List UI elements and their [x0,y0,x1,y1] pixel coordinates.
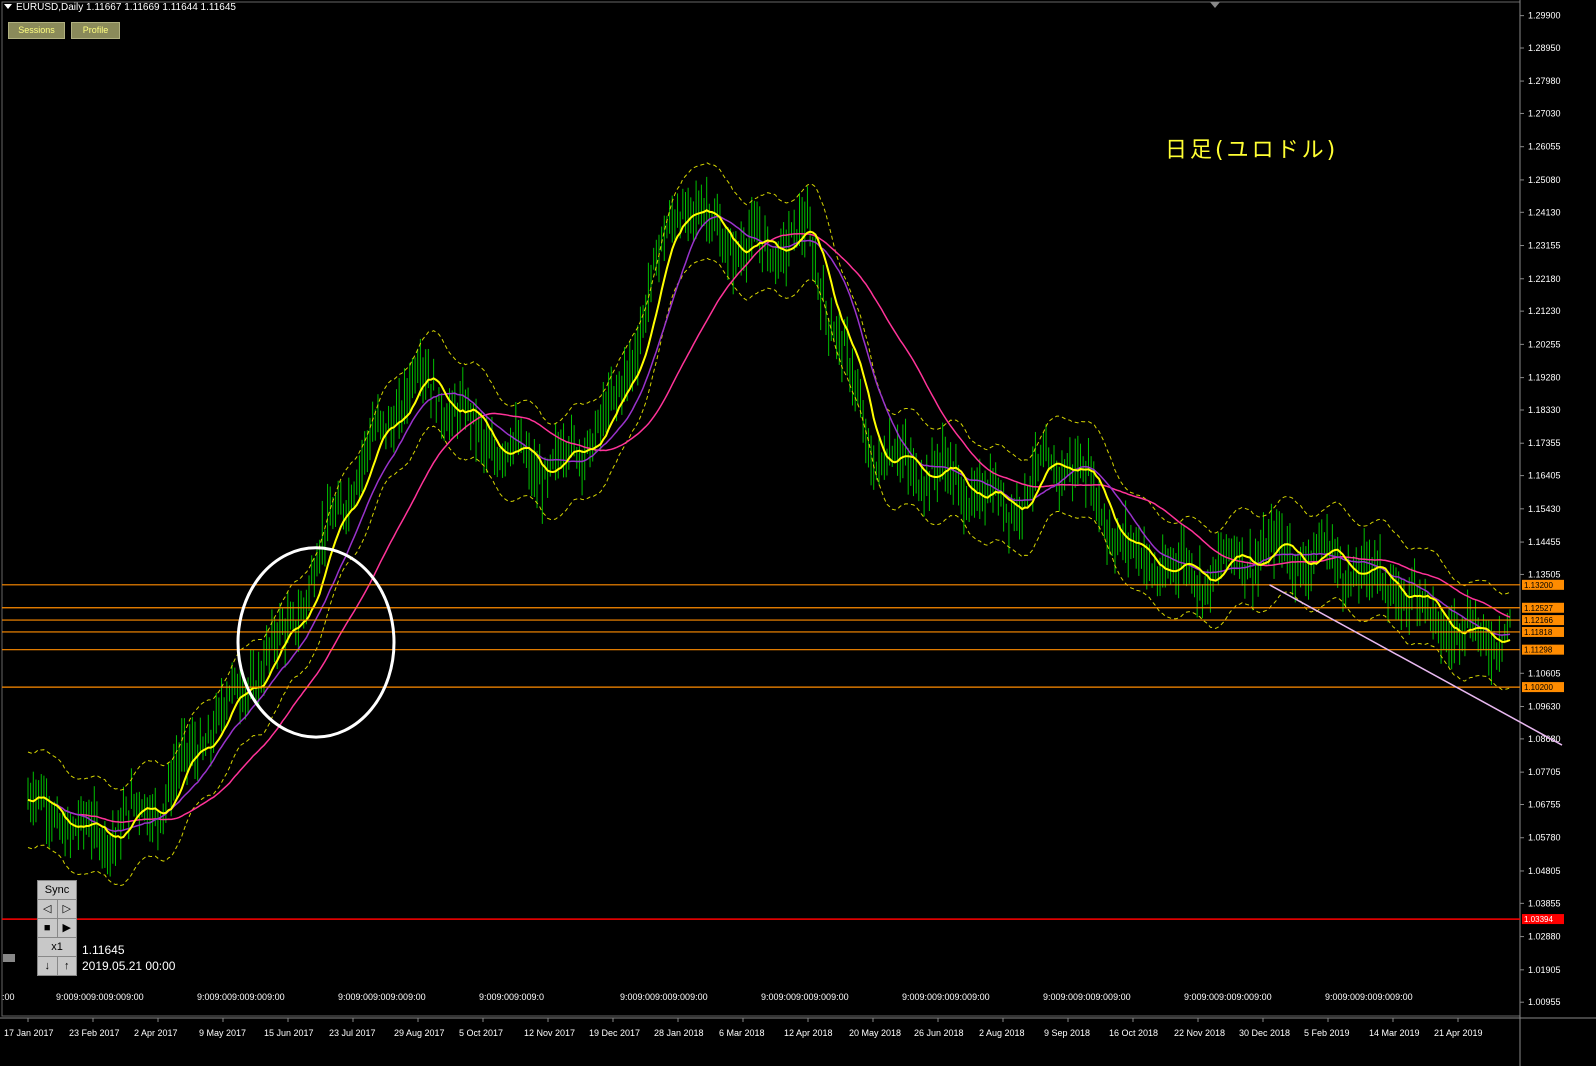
level-label: 1.10200 [1524,683,1553,692]
y-tick-label: 1.04805 [1528,866,1561,876]
sessions-button[interactable]: Sessions [8,22,65,39]
y-tick-label: 1.29900 [1528,11,1561,21]
x-tick-label: 9 Sep 2018 [1044,1028,1090,1038]
x-tick-label: 15 Jun 2017 [264,1028,314,1038]
x-tick-label: 2 Aug 2018 [979,1028,1025,1038]
y-tick-label: 1.14455 [1528,537,1561,547]
trendline[interactable] [1269,584,1563,746]
y-tick-label: 1.05780 [1528,833,1561,843]
session-label: 9:009:009:009:009:00 [620,992,708,1002]
chart-window[interactable]: 1.29900 1.28950 1.27980 1.27030 1.26055 1.250… [0,0,1596,1066]
x-tick-label: 17 Jan 2017 [4,1028,54,1038]
level-label: 1.12527 [1524,604,1553,613]
x-tick-label: 14 Mar 2019 [1369,1028,1420,1038]
y-tick-label: 1.03855 [1528,898,1561,908]
session-label: 9:009:009:009:009:00 [1184,992,1272,1002]
symbol-info-text: EURUSD,Daily 1.11667 1.11669 1.11644 1.1… [16,2,236,13]
y-tick-label: 1.20255 [1528,339,1561,349]
session-label: 9:009:009:009:009:00 [902,992,990,1002]
replay-readout: 1.11645 2019.05.21 00:00 [82,942,175,974]
x-tick-label: 5 Feb 2019 [1304,1028,1350,1038]
x-tick-label: 21 Apr 2019 [1434,1028,1483,1038]
y-tick-label: 1.18330 [1528,405,1561,415]
x-tick-label: 9 May 2017 [199,1028,246,1038]
red-level-label: 1.03394 [1524,915,1553,924]
x-tick-label: 22 Nov 2018 [1174,1028,1225,1038]
x-tick-label: 6 Mar 2018 [719,1028,765,1038]
x-tick-label: 20 May 2018 [849,1028,901,1038]
x-tick-label: 23 Feb 2017 [69,1028,120,1038]
x-tick-label: 2 Apr 2017 [134,1028,178,1038]
y-tick-label: 1.17355 [1528,438,1561,448]
step-back-icon[interactable]: ◁ [38,900,57,918]
x-tick-label: 12 Nov 2017 [524,1028,575,1038]
level-label: 1.11818 [1524,628,1553,637]
stop-icon[interactable]: ■ [38,919,57,937]
level-label: 1.13200 [1524,581,1553,590]
session-label: 9:009:009:009:009:00 [1043,992,1131,1002]
level-label: 1.12166 [1524,616,1553,625]
y-tick-label: 1.24130 [1528,207,1561,217]
dropdown-triangle-icon[interactable] [4,4,12,9]
y-tick-label: 1.26055 [1528,142,1561,152]
profile-button[interactable]: Profile [71,22,120,39]
annotation-circle[interactable] [236,546,396,739]
x-tick-label: 12 Apr 2018 [784,1028,833,1038]
y-tick-label: 1.07705 [1528,767,1561,777]
chart-shift-icon[interactable] [1210,2,1220,8]
step-forward-icon[interactable]: ▷ [56,900,77,918]
session-label: 9:009:009:009:0 [479,992,544,1002]
x-tick-label: 16 Oct 2018 [1109,1028,1158,1038]
session-label: 9:009:009:009:009:00 [761,992,849,1002]
x-tick-label: 5 Oct 2017 [459,1028,503,1038]
arrow-down-icon[interactable]: ↓ [38,957,57,975]
x-tick-label: 29 Aug 2017 [394,1028,445,1038]
y-tick-label: 1.13505 [1528,569,1561,579]
session-label: 9:009:009:009:009:00 [1325,992,1413,1002]
y-tick-label: 1.15430 [1528,504,1561,514]
x-tick-label: 28 Jan 2018 [654,1028,704,1038]
y-tick-label: 1.25080 [1528,175,1561,185]
y-tick-label: 1.16405 [1528,471,1561,481]
y-tick-label: 1.00955 [1528,997,1561,1007]
x-tick-label: 19 Dec 2017 [589,1028,640,1038]
replay-datetime: 2019.05.21 00:00 [82,959,176,973]
y-tick-label: 1.23155 [1528,241,1561,251]
y-tick-label: 1.06755 [1528,800,1561,810]
ma-fast-line [27,209,1511,839]
x-tick-label: 30 Dec 2018 [1239,1028,1290,1038]
x-tick-label: 23 Jul 2017 [329,1028,376,1038]
price-chart[interactable]: 1.29900 1.28950 1.27980 1.27030 1.26055 1.250… [0,0,1596,1066]
y-tick-label: 1.02880 [1528,932,1561,942]
y-tick-label: 1.22180 [1528,274,1561,284]
ma-medium-line [27,215,1511,833]
sync-button[interactable]: Sync [38,881,76,899]
y-tick-label: 1.27030 [1528,108,1561,118]
session-label: 9:009:009:009:009:00 [56,992,144,1002]
replay-price: 1.11645 [82,943,125,957]
y-tick-label: 1.09630 [1528,702,1561,712]
replay-panel: Sync ◁ ▷ ■ ▶ x1 ↓ ↑ [37,880,77,976]
symbol-info-bar: EURUSD,Daily 1.11667 1.11669 1.11644 1.1… [4,2,236,13]
y-tick-label: 1.10605 [1528,668,1561,678]
session-label: 9:009:009:009:009:00 [197,992,285,1002]
arrow-up-icon[interactable]: ↑ [56,957,77,975]
session-label: 9:009:009:009:009:00 [338,992,426,1002]
y-tick-label: 1.28950 [1528,43,1561,53]
y-tick-label: 1.21230 [1528,306,1561,316]
candles [27,176,1511,877]
x-tick-label: 26 Jun 2018 [914,1028,964,1038]
speed-button[interactable]: x1 [38,938,76,956]
level-label: 1.11298 [1524,646,1553,655]
scroll-marker[interactable] [3,954,15,962]
y-tick-label: 1.01905 [1528,965,1561,975]
y-tick-label: 1.19280 [1528,373,1561,383]
session-label: :00 [2,992,15,1002]
chart-annotation-title: 日足(ユロドル) [1165,138,1339,163]
play-icon[interactable]: ▶ [56,919,77,937]
y-tick-label: 1.27980 [1528,76,1561,86]
